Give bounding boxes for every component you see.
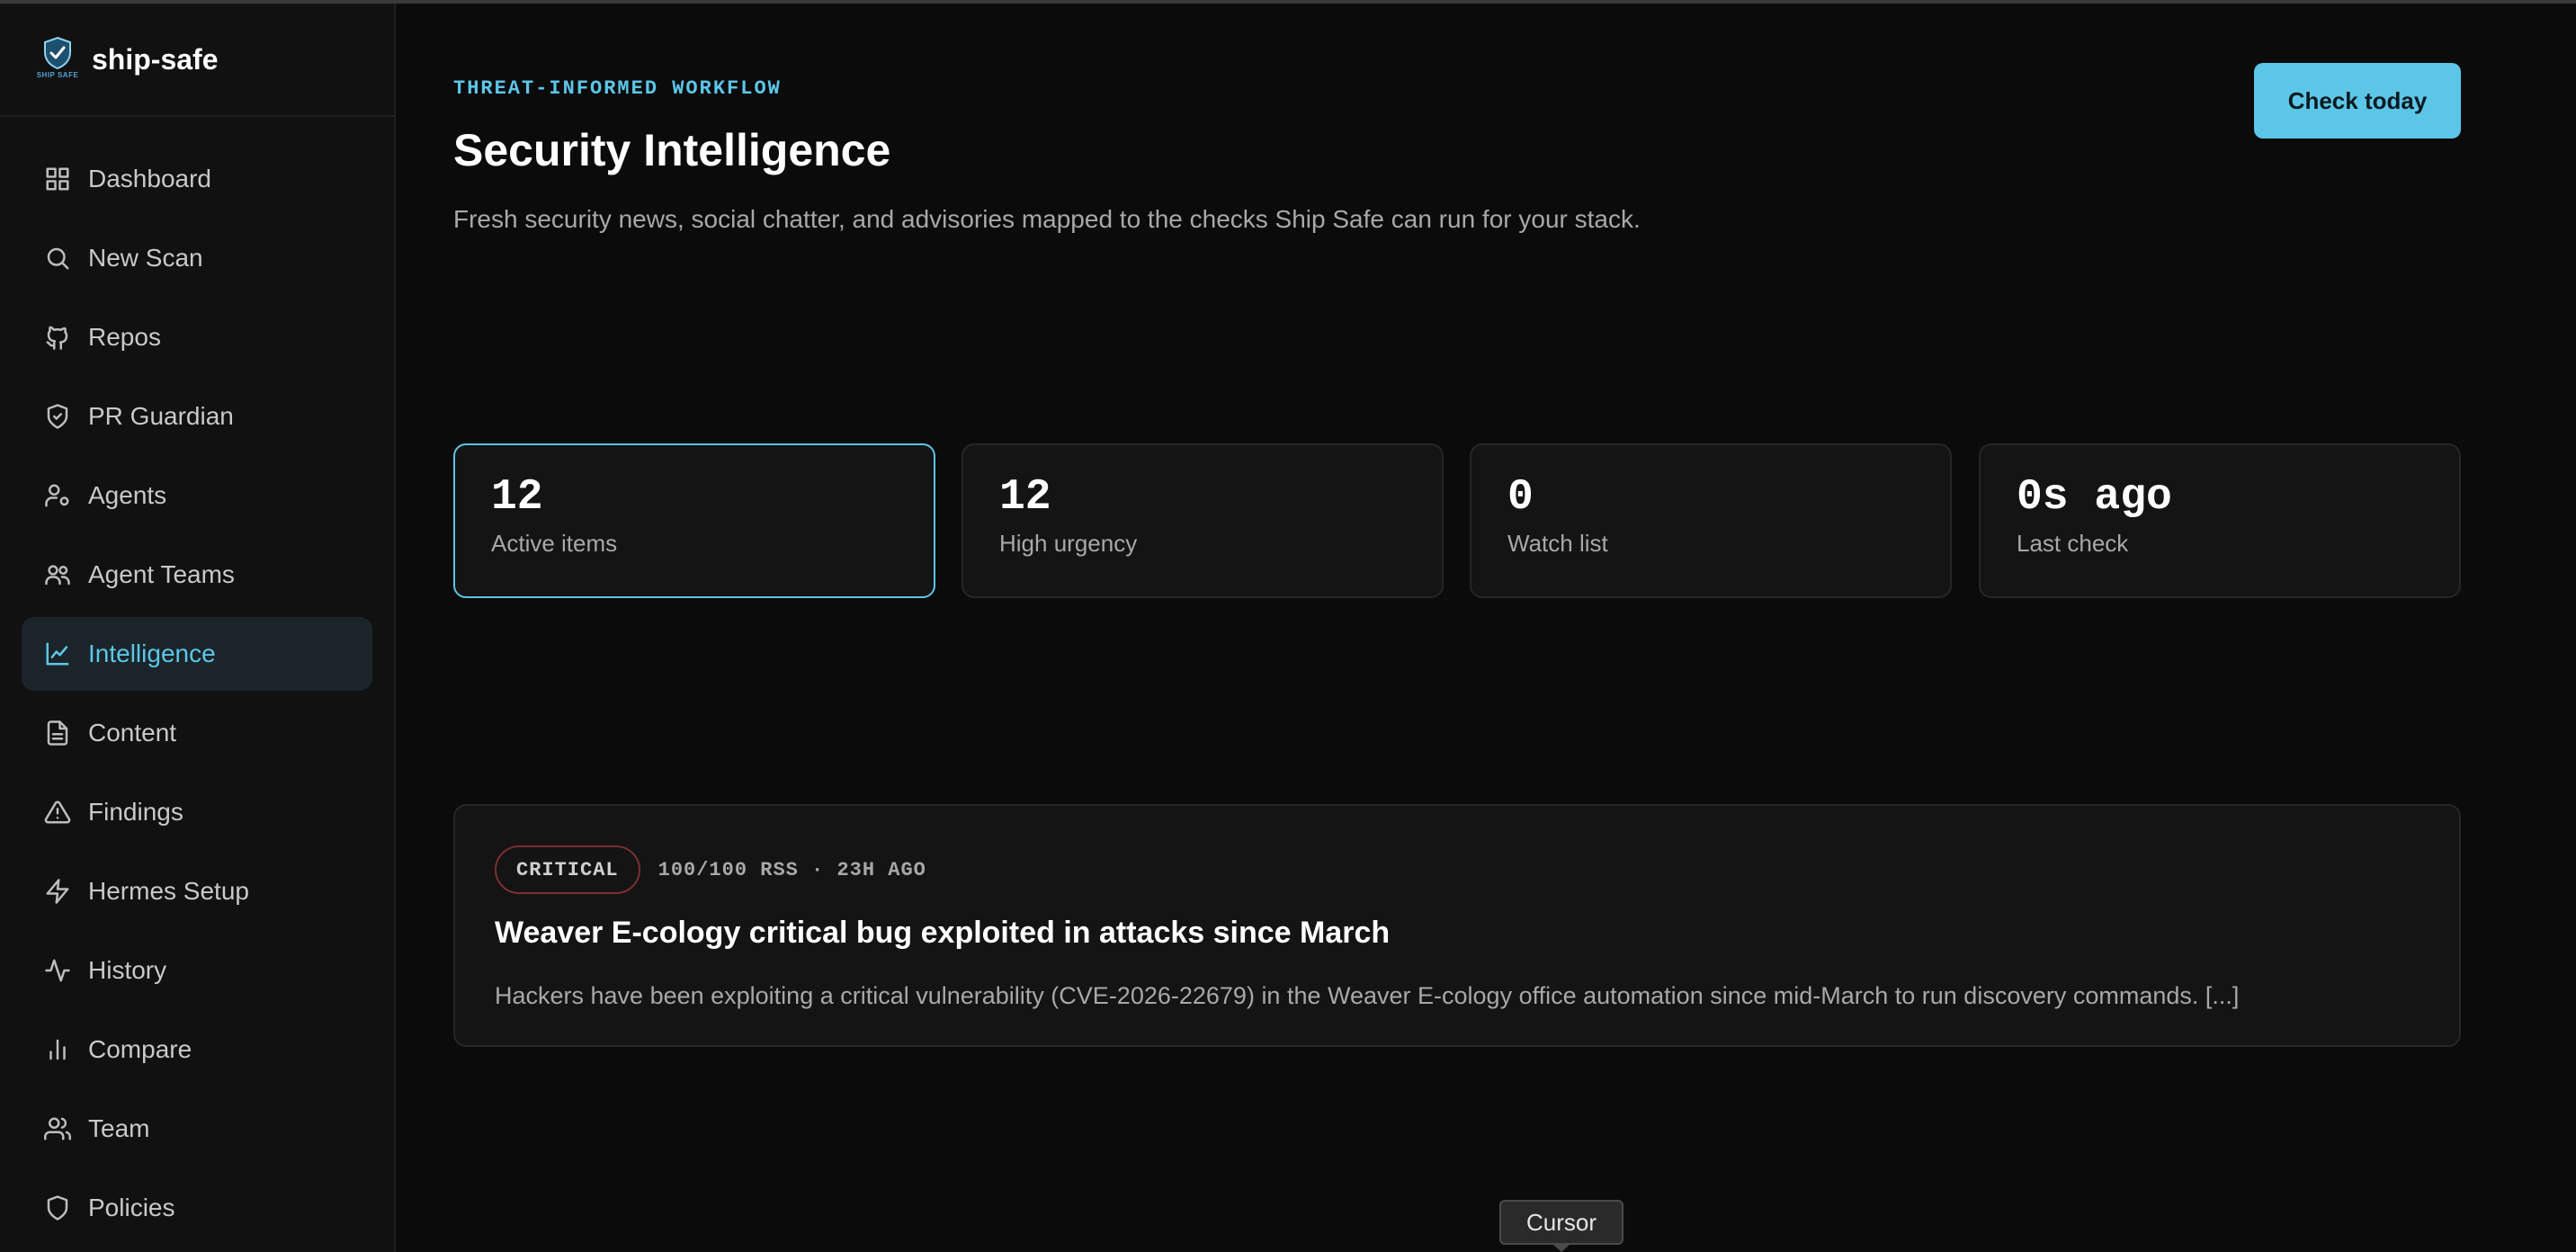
stat-label: Active items: [491, 530, 618, 557]
severity-badge: CRITICAL: [495, 845, 640, 894]
check-today-button[interactable]: Check today: [2254, 63, 2461, 139]
app-name: ship-safe: [92, 42, 219, 76]
users-icon: [43, 560, 72, 589]
card-meta-text: 100/100 RSS · 23H AGO: [657, 858, 926, 881]
sidebar-item-agents[interactable]: Agents: [22, 459, 372, 532]
sidebar-item-content[interactable]: Content: [22, 696, 372, 770]
sidebar-item-label: Agent Teams: [88, 560, 235, 588]
shield-logo-icon: [44, 36, 71, 70]
stat-label: Last check: [2017, 530, 2129, 557]
intel-card[interactable]: CRITICAL 100/100 RSS · 23H AGO Weaver E-…: [453, 804, 2461, 1047]
stat-card-last-check[interactable]: 0s ago Last check: [1979, 443, 2461, 598]
stat-label: Watch list: [1507, 530, 1608, 557]
user-gear-icon: [43, 481, 72, 510]
logo-text: SHIP SAFE: [36, 71, 79, 79]
team-icon: [43, 1114, 72, 1143]
sidebar-item-label: Dashboard: [88, 165, 211, 192]
sidebar: SHIP SAFE ship-safe Dashboard New Scan R…: [0, 4, 396, 1252]
sidebar-item-compare[interactable]: Compare: [22, 1013, 372, 1087]
card-meta: CRITICAL 100/100 RSS · 23H AGO: [495, 845, 926, 894]
sidebar-item-label: Content: [88, 719, 177, 747]
page-subtitle: Fresh security news, social chatter, and…: [453, 205, 1641, 233]
sidebar-item-pr-guardian[interactable]: PR Guardian: [22, 380, 372, 453]
sidebar-item-policies[interactable]: Policies: [22, 1171, 372, 1245]
stat-value: 12: [491, 473, 543, 522]
brand[interactable]: SHIP SAFE ship-safe: [0, 4, 394, 117]
page-title: Security Intelligence: [453, 125, 891, 175]
sidebar-item-intelligence[interactable]: Intelligence: [22, 617, 372, 691]
stat-card-high-urgency[interactable]: 12 High urgency: [962, 443, 1444, 598]
sidebar-item-new-scan[interactable]: New Scan: [22, 221, 372, 295]
file-text-icon: [43, 719, 72, 747]
page-eyebrow: THREAT-INFORMED WORKFLOW: [453, 77, 782, 100]
sidebar-item-label: Compare: [88, 1035, 192, 1063]
activity-icon: [43, 956, 72, 985]
cursor-tooltip: Cursor: [1499, 1200, 1623, 1245]
stat-value: 12: [999, 473, 1051, 522]
search-icon: [43, 244, 72, 273]
tooltip-arrow: [1552, 1244, 1570, 1252]
shield-check-icon: [43, 402, 72, 431]
sidebar-item-label: Intelligence: [88, 639, 216, 667]
warning-triangle-icon: [43, 798, 72, 827]
github-icon: [43, 323, 72, 352]
sidebar-nav: Dashboard New Scan Repos PR Guardian Age…: [22, 142, 372, 1250]
chart-line-icon: [43, 639, 72, 668]
shield-icon: [43, 1194, 72, 1222]
sidebar-item-agent-teams[interactable]: Agent Teams: [22, 538, 372, 612]
lightning-icon: [43, 877, 72, 906]
sidebar-item-team[interactable]: Team: [22, 1092, 372, 1166]
sidebar-item-label: Findings: [88, 798, 183, 826]
ship-safe-logo: SHIP SAFE: [36, 36, 79, 83]
sidebar-item-label: Agents: [88, 481, 167, 509]
sidebar-item-label: New Scan: [88, 244, 203, 272]
grid-icon: [43, 165, 72, 193]
sidebar-item-label: Repos: [88, 323, 161, 351]
sidebar-item-label: PR Guardian: [88, 402, 234, 430]
sidebar-item-label: Hermes Setup: [88, 877, 249, 905]
sidebar-item-hermes-setup[interactable]: Hermes Setup: [22, 854, 372, 928]
sidebar-item-dashboard[interactable]: Dashboard: [22, 142, 372, 216]
card-title[interactable]: Weaver E-cology critical bug exploited i…: [495, 916, 1390, 951]
sidebar-item-label: History: [88, 956, 167, 984]
sidebar-item-findings[interactable]: Findings: [22, 775, 372, 849]
bar-chart-icon: [43, 1035, 72, 1064]
stat-value: 0s ago: [2017, 473, 2172, 522]
card-summary: Hackers have been exploiting a critical …: [495, 982, 2240, 1009]
sidebar-item-label: Policies: [88, 1194, 175, 1221]
stats-row: 12 Active items 12 High urgency 0 Watch …: [453, 443, 2461, 598]
stat-label: High urgency: [999, 530, 1138, 557]
sidebar-item-repos[interactable]: Repos: [22, 300, 372, 374]
stat-card-watch-list[interactable]: 0 Watch list: [1470, 443, 1952, 598]
sidebar-item-label: Team: [88, 1114, 150, 1142]
stat-card-active-items[interactable]: 12 Active items: [453, 443, 935, 598]
stat-value: 0: [1507, 473, 1534, 522]
sidebar-item-history[interactable]: History: [22, 934, 372, 1007]
main-content: THREAT-INFORMED WORKFLOW Security Intell…: [398, 4, 2576, 1252]
